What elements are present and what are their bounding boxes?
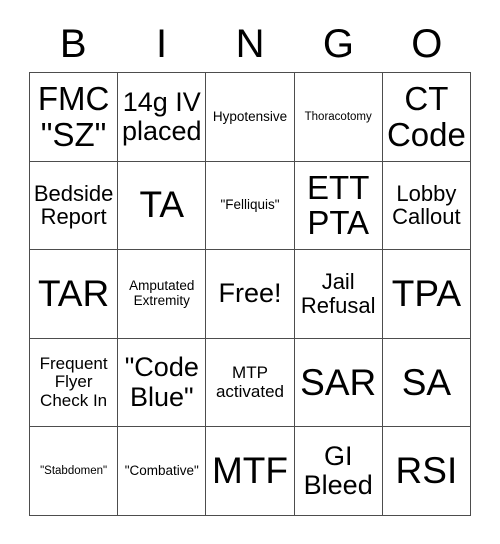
bingo-cell-text: 14g IV placed <box>122 86 202 146</box>
bingo-cell-r4c4[interactable]: SAR <box>294 338 383 428</box>
bingo-cell-r2c1[interactable]: Bedside Report <box>30 161 119 251</box>
bingo-cell-r1c5[interactable]: CT Code <box>382 73 471 162</box>
bingo-cell-text: Bedside Report <box>33 180 114 230</box>
bingo-cell-text: Thoracotomy <box>304 110 372 123</box>
bingo-cell-text: MTF <box>211 450 288 492</box>
bingo-cell-r1c4[interactable]: Thoracotomy <box>294 73 383 162</box>
bingo-cell-r4c2[interactable]: "Code Blue" <box>118 338 207 428</box>
bingo-cell-r2c4[interactable]: ETT PTA <box>294 161 383 251</box>
bingo-cell-text: Free! <box>218 278 282 309</box>
bingo-cell-text: SA <box>401 361 452 403</box>
bingo-cell-r5c4[interactable]: GI Bleed <box>294 427 383 516</box>
bingo-cell-free-space[interactable]: Free! <box>206 250 295 339</box>
bingo-cell-r1c3[interactable]: Hypotensive <box>206 73 295 162</box>
bingo-header-row: B I N G O <box>29 17 471 71</box>
bingo-cell-r2c5[interactable]: Lobby Callout <box>382 161 471 251</box>
bingo-cell-text: "Code Blue" <box>124 352 199 412</box>
bingo-cell-text: TAR <box>37 273 110 315</box>
bingo-cell-text: ETT PTA <box>307 168 370 242</box>
bingo-cell-text: MTP activated <box>215 363 285 401</box>
bingo-cell-r3c1[interactable]: TAR <box>30 250 119 339</box>
bingo-cell-text: SAR <box>300 361 377 403</box>
bingo-cell-r3c4[interactable]: Jail Refusal <box>294 250 383 339</box>
bingo-cell-text: Hypotensive <box>212 108 288 124</box>
bingo-card: B I N G O FMC "SZ" 14g IV placed Hypoten… <box>0 0 500 544</box>
bingo-cell-r4c3[interactable]: MTP activated <box>206 338 295 428</box>
bingo-cell-r5c2[interactable]: "Combative" <box>118 427 207 516</box>
bingo-cell-r5c5[interactable]: RSI <box>382 427 471 516</box>
bingo-cell-r1c2[interactable]: 14g IV placed <box>118 73 207 162</box>
bingo-cell-r3c2[interactable]: Amputated Extremity <box>118 250 207 339</box>
bingo-cell-text: GI Bleed <box>303 441 373 501</box>
bingo-cell-text: Jail Refusal <box>300 269 376 318</box>
bingo-cell-text: CT Code <box>386 80 466 153</box>
bingo-cell-text: Frequent Flyer Check In <box>39 354 108 410</box>
bingo-cell-text: "Combative" <box>124 462 199 478</box>
bingo-grid: FMC "SZ" 14g IV placed Hypotensive Thora… <box>29 72 471 516</box>
bingo-cell-text: "Felliquis" <box>220 197 280 213</box>
bingo-cell-text: Amputated Extremity <box>129 278 195 308</box>
bingo-header-letter-b: B <box>59 22 87 66</box>
bingo-cell-text: TA <box>139 184 185 226</box>
bingo-cell-text: FMC "SZ" <box>37 80 110 153</box>
bingo-cell-text: TPA <box>391 273 461 315</box>
bingo-cell-r2c3[interactable]: "Felliquis" <box>206 161 295 251</box>
bingo-cell-r4c5[interactable]: SA <box>382 338 471 428</box>
bingo-header-letter-n: N <box>235 22 265 66</box>
bingo-cell-r5c3[interactable]: MTF <box>206 427 295 516</box>
bingo-cell-text: Lobby Callout <box>392 180 461 230</box>
bingo-cell-r1c1[interactable]: FMC "SZ" <box>30 73 119 162</box>
bingo-cell-r3c5[interactable]: TPA <box>382 250 471 339</box>
bingo-cell-text: RSI <box>395 450 458 492</box>
bingo-header-letter-o: O <box>411 22 443 66</box>
bingo-cell-r2c2[interactable]: TA <box>118 161 207 251</box>
bingo-cell-r4c1[interactable]: Frequent Flyer Check In <box>30 338 119 428</box>
bingo-cell-text: "Stabdomen" <box>40 464 108 477</box>
bingo-cell-r5c1[interactable]: "Stabdomen" <box>30 427 119 516</box>
bingo-header-letter-i: I <box>156 22 168 66</box>
bingo-header-letter-g: G <box>322 22 354 66</box>
